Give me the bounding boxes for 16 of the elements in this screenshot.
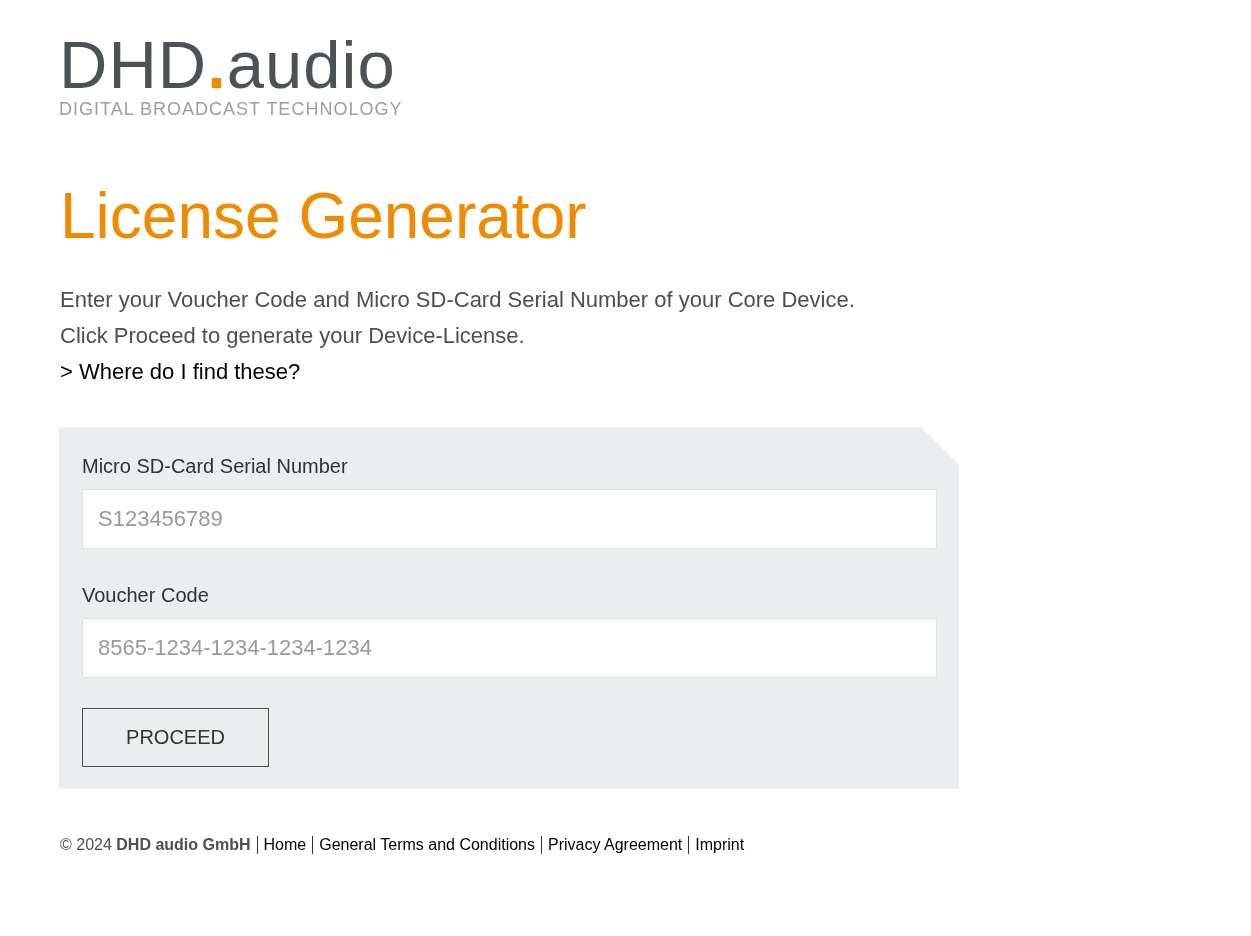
page-title: License Generator [60, 184, 587, 248]
input-field[interactable]: 8565-1234-1234-1234-1234 [82, 618, 937, 678]
help-link[interactable]: > Where do I find these? [60, 354, 301, 390]
footer-link[interactable]: Home [263, 835, 307, 855]
field-label: Voucher Code [82, 583, 209, 607]
footer-link[interactable]: Privacy Agreement [548, 835, 683, 855]
proceed-button[interactable]: PROCEED [82, 708, 269, 767]
intro-text: Click Proceed to generate your Device-License. [60, 322, 525, 350]
copyright-text: © 2024 DHD audio GmbH [60, 835, 251, 855]
logo-tagline: DIGITAL BROADCAST TECHNOLOGY [59, 100, 403, 118]
footer-link[interactable]: Imprint [695, 835, 745, 855]
footer-link[interactable]: General Terms and Conditions [319, 835, 535, 855]
input-field[interactable]: S123456789 [82, 489, 937, 549]
logo-wordmark: DHD.audio [59, 31, 396, 98]
intro-text: Enter your Voucher Code and Micro SD-Card Serial Number of your Core Device. [60, 286, 855, 314]
field-label: Micro SD-Card Serial Number [82, 454, 348, 478]
